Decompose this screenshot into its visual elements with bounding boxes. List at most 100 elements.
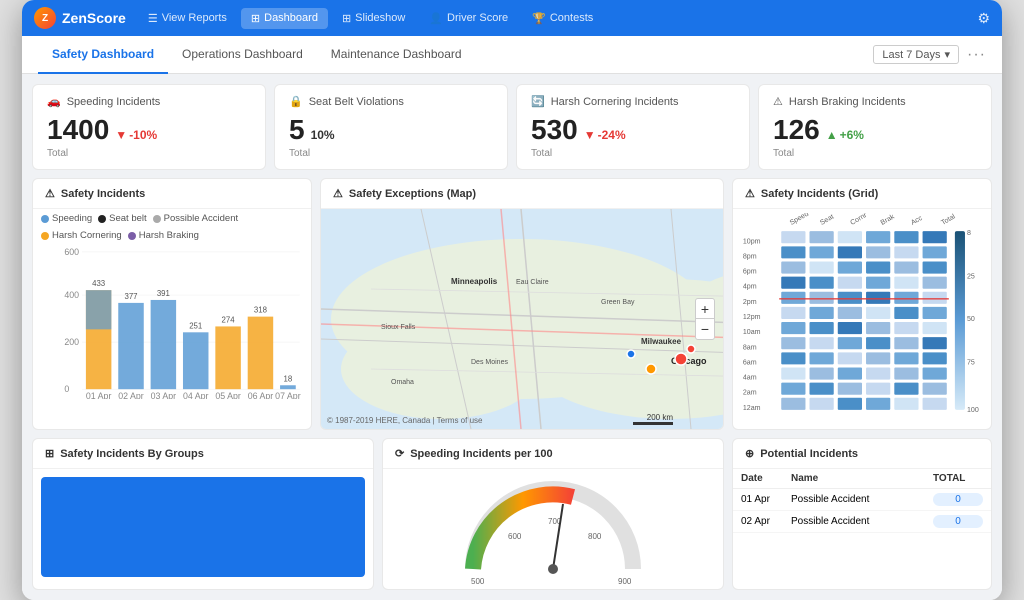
svg-text:200: 200 xyxy=(64,337,79,347)
nav-slideshow[interactable]: ⊞ Slideshow xyxy=(332,8,415,29)
legend-braking: Harsh Braking xyxy=(128,230,199,241)
nav-view-reports[interactable]: ☰ View Reports xyxy=(138,8,237,29)
speeding-change: ▼ -10% xyxy=(115,128,157,142)
svg-text:Green Bay: Green Bay xyxy=(601,299,635,306)
svg-text:Omaha: Omaha xyxy=(391,379,414,386)
groups-chart xyxy=(41,477,365,577)
legend-cornering: Harsh Cornering xyxy=(41,230,122,241)
svg-text:4am: 4am xyxy=(743,375,757,382)
svg-text:6pm: 6pm xyxy=(743,269,757,276)
svg-text:25: 25 xyxy=(967,274,975,281)
stat-card-cornering-value: 530 ▼ -24% xyxy=(531,114,735,146)
safety-incidents-panel: ⚠ Safety Incidents Speeding Seat belt Po… xyxy=(32,178,312,430)
svg-text:391: 391 xyxy=(157,289,170,298)
stat-card-cornering: 🔄 Harsh Cornering Incidents 530 ▼ -24% T… xyxy=(516,84,750,170)
speeding-icon: 🚗 xyxy=(47,95,61,108)
legend-accident: Possible Accident xyxy=(153,213,238,224)
more-options-button[interactable]: ··· xyxy=(967,46,986,64)
braking-label: Total xyxy=(773,148,977,159)
map-container[interactable]: Minneapolis Eau Claire Sioux Falls Green… xyxy=(321,209,723,429)
seatbelt-label: Total xyxy=(289,148,493,159)
svg-text:12pm: 12pm xyxy=(743,314,761,321)
tab-maintenance-dashboard[interactable]: Maintenance Dashboard xyxy=(317,36,476,74)
svg-text:433: 433 xyxy=(92,279,106,288)
warning-icon: ⚠ xyxy=(45,187,55,200)
svg-text:377: 377 xyxy=(124,292,137,301)
stat-card-speeding-header: 🚗 Speeding Incidents xyxy=(47,95,251,108)
chart-legend: Speeding Seat belt Possible Accident Har… xyxy=(33,209,311,243)
dashboard-icon: ⊞ xyxy=(251,12,260,25)
svg-text:500: 500 xyxy=(471,577,485,586)
stat-card-seatbelt-header: 🔒 Seat Belt Violations xyxy=(289,95,493,108)
speeding-panel: ⟳ Speeding Incidents per 100 xyxy=(382,438,724,590)
svg-text:Des Moines: Des Moines xyxy=(471,359,508,366)
legend-cornering-dot xyxy=(41,232,49,240)
svg-text:8: 8 xyxy=(967,230,971,237)
heatmap-svg: Speed Seat Cornr Brak Acc Total 10pm 8pm… xyxy=(737,213,987,425)
grid-panel-header: ⚠ Safety Incidents (Grid) xyxy=(733,179,991,209)
map-copyright: © 1987-2019 HERE, Canada | Terms of use xyxy=(327,416,482,425)
settings-icon[interactable]: ⚙ xyxy=(977,10,990,27)
zoom-in-button[interactable]: + xyxy=(695,299,715,319)
svg-text:274: 274 xyxy=(222,316,236,325)
contests-icon: 🏆 xyxy=(532,12,546,25)
nav-contests[interactable]: 🏆 Contests xyxy=(522,8,603,29)
speeding-label: Total xyxy=(47,148,251,159)
svg-text:07 Apr: 07 Apr xyxy=(275,391,301,399)
arrow-down-icon: ▼ xyxy=(115,128,127,142)
bottom-row: ⊞ Safety Incidents By Groups ⟳ Speeding … xyxy=(32,438,992,590)
map-warning-icon: ⚠ xyxy=(333,187,343,200)
stat-card-speeding-value: 1400 ▼ -10% xyxy=(47,114,251,146)
speeding-panel-header: ⟳ Speeding Incidents per 100 xyxy=(383,439,723,469)
svg-text:318: 318 xyxy=(254,306,268,315)
nav-driver-score[interactable]: 👤 Driver Score xyxy=(419,8,518,29)
legend-speeding-dot xyxy=(41,215,49,223)
map-panel-header: ⚠ Safety Exceptions (Map) xyxy=(321,179,723,209)
slideshow-icon: ⊞ xyxy=(342,12,351,25)
stat-cards-row: 🚗 Speeding Incidents 1400 ▼ -10% Total 🔒… xyxy=(32,84,992,170)
svg-text:900: 900 xyxy=(618,577,632,586)
svg-text:800: 800 xyxy=(588,532,602,541)
reports-icon: ☰ xyxy=(148,12,158,25)
bar-chart-area: 0 200 400 600 Total xyxy=(33,243,311,403)
date-range-selector[interactable]: Last 7 Days ▾ xyxy=(873,45,959,64)
svg-text:8pm: 8pm xyxy=(743,253,757,260)
top-nav: Z ZenScore ☰ View Reports ⊞ Dashboard ⊞ … xyxy=(22,0,1002,36)
logo-area: Z ZenScore xyxy=(34,7,126,29)
chevron-down-icon: ▾ xyxy=(944,48,950,61)
stat-card-braking: ⚠ Harsh Braking Incidents 126 ▲ +6% Tota… xyxy=(758,84,992,170)
tab-operations-dashboard[interactable]: Operations Dashboard xyxy=(168,36,317,74)
map-panel: ⚠ Safety Exceptions (Map) xyxy=(320,178,724,430)
svg-text:02 Apr: 02 Apr xyxy=(118,391,144,399)
seatbelt-change: 10% xyxy=(311,128,335,142)
nav-dashboard[interactable]: ⊞ Dashboard xyxy=(241,8,328,29)
alert-icon: ⊕ xyxy=(745,447,754,460)
grid-panel: ⚠ Safety Incidents (Grid) Speed Seat Cor… xyxy=(732,178,992,430)
svg-text:600: 600 xyxy=(508,532,522,541)
zoom-out-button[interactable]: − xyxy=(695,319,715,339)
cornering-icon: 🔄 xyxy=(531,95,545,108)
device-frame: Z ZenScore ☰ View Reports ⊞ Dashboard ⊞ … xyxy=(22,0,1002,600)
potential-table-header: Date Name TOTAL xyxy=(733,469,991,489)
svg-text:400: 400 xyxy=(64,290,79,300)
stat-card-braking-value: 126 ▲ +6% xyxy=(773,114,977,146)
svg-text:05 Apr: 05 Apr xyxy=(215,391,241,399)
svg-text:10am: 10am xyxy=(743,329,761,336)
svg-text:Eau Claire: Eau Claire xyxy=(516,279,549,286)
svg-text:Milwaukee: Milwaukee xyxy=(641,337,682,346)
speedometer-icon: ⟳ xyxy=(395,447,404,460)
svg-text:Brak: Brak xyxy=(880,213,896,227)
svg-text:100: 100 xyxy=(967,407,979,414)
bar-chart-svg: 0 200 400 600 Total xyxy=(61,247,303,399)
tab-safety-dashboard[interactable]: Safety Dashboard xyxy=(38,36,168,74)
braking-change: ▲ +6% xyxy=(826,128,864,142)
map-scale: 200 km xyxy=(633,413,673,425)
seatbelt-icon: 🔒 xyxy=(289,95,303,108)
svg-text:75: 75 xyxy=(967,359,975,366)
table-row: 01 Apr Possible Accident 0 xyxy=(733,489,991,511)
arrow-down-icon: ▼ xyxy=(584,128,596,142)
svg-text:2pm: 2pm xyxy=(743,299,757,306)
svg-text:Seat: Seat xyxy=(819,214,835,227)
svg-text:06 Apr: 06 Apr xyxy=(248,391,274,399)
groups-panel-header: ⊞ Safety Incidents By Groups xyxy=(33,439,373,469)
